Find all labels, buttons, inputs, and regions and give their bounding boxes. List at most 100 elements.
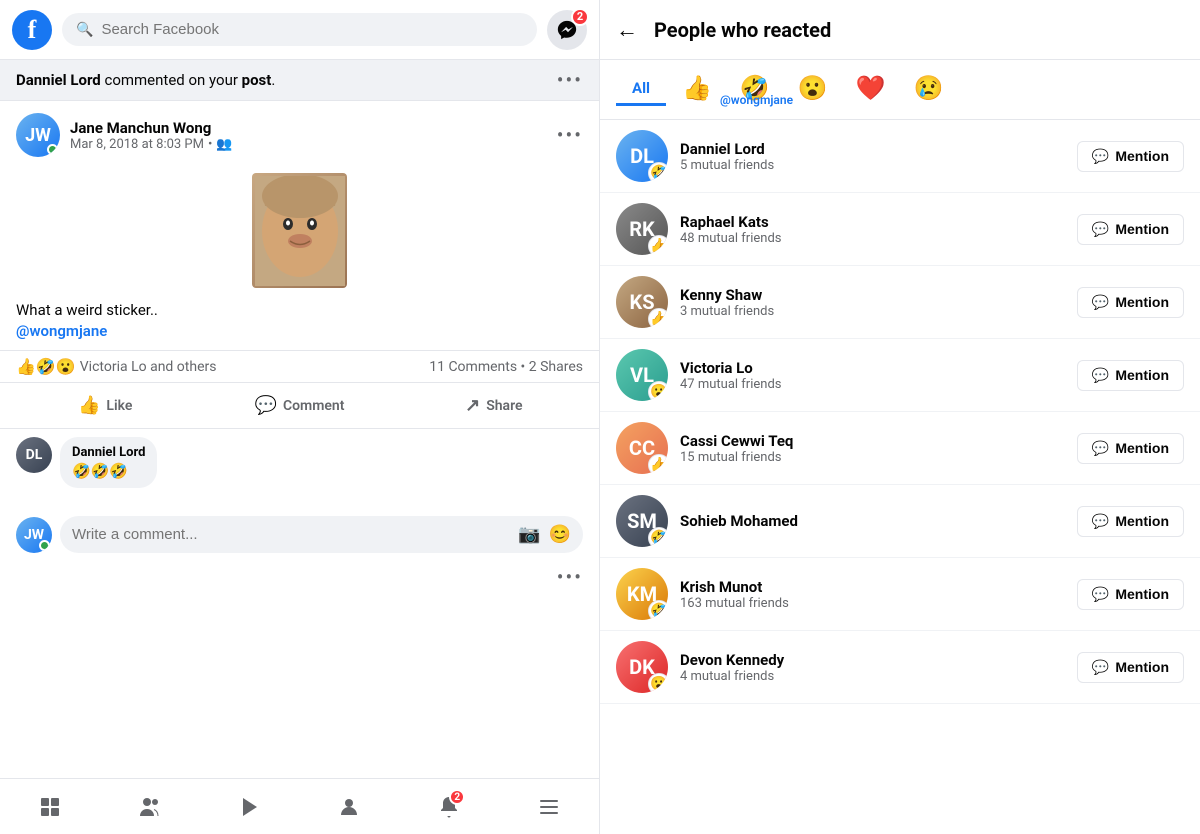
comment-small-icon: 💬 [1092, 440, 1109, 457]
notification-more-button[interactable]: ••• [557, 68, 583, 92]
person-name: Danniel Lord [680, 140, 1065, 158]
friends-icon [138, 795, 162, 819]
post-time: Mar 8, 2018 at 8:03 PM • 👥 [70, 137, 547, 152]
messenger-button[interactable]: 2 [547, 10, 587, 50]
comment-small-icon: 💬 [1092, 586, 1109, 603]
emoji-icon[interactable]: 😊 [549, 524, 571, 545]
left-panel: f 🔍 2 Danniel Lord commented on your pos… [0, 0, 600, 834]
person-info: Krish Munot 163 mutual friends [680, 578, 1065, 611]
comment-small-icon: 💬 [1092, 221, 1109, 238]
person-name: Raphael Kats [680, 213, 1065, 231]
comment-small-icon: 💬 [1092, 513, 1109, 530]
person-mutual: 15 mutual friends [680, 450, 1065, 465]
more-options-button[interactable]: ••• [557, 565, 583, 589]
mention-button[interactable]: 💬 Mention [1077, 360, 1184, 391]
person-item: DK 😮 Devon Kennedy 4 mutual friends 💬 Me… [600, 631, 1200, 704]
mention-button[interactable]: 💬 Mention [1077, 652, 1184, 683]
post-sticker-image [252, 173, 347, 288]
person-mutual: 163 mutual friends [680, 596, 1065, 611]
person-name: Cassi Cewwi Teq [680, 432, 1065, 450]
person-info: Devon Kennedy 4 mutual friends [680, 651, 1065, 684]
messenger-badge: 2 [571, 8, 589, 26]
online-indicator [39, 540, 50, 551]
mention-button[interactable]: 💬 Mention [1077, 141, 1184, 172]
person-avatar: KM 🤣 [616, 568, 668, 620]
person-avatar: KS 👍 [616, 276, 668, 328]
comment-input[interactable] [72, 526, 510, 543]
back-button[interactable]: ← [616, 17, 638, 43]
person-avatar: CC 👍 [616, 422, 668, 474]
person-avatar: RK 👍 [616, 203, 668, 255]
person-mutual: 5 mutual friends [680, 158, 1065, 173]
reaction-badge: 👍 [648, 454, 668, 474]
like-icon: 👍 [78, 395, 100, 416]
online-indicator [47, 144, 58, 155]
nav-watch[interactable] [200, 787, 300, 826]
right-panel-title: People who reacted [654, 18, 831, 42]
post-container: JW Jane Manchun Wong Mar 8, 2018 at 8:03… [0, 101, 599, 778]
person-item: DL 🤣 Danniel Lord 5 mutual friends 💬 Men… [600, 120, 1200, 193]
person-avatar: DL 🤣 [616, 130, 668, 182]
notification-text: Danniel Lord commented on your post. [16, 71, 275, 89]
person-info: Raphael Kats 48 mutual friends [680, 213, 1065, 246]
person-info: Danniel Lord 5 mutual friends [680, 140, 1065, 173]
right-panel: ← People who reacted All 👍 🤣 😮 ❤️ 😢 @won… [600, 0, 1200, 834]
post-author-name: Jane Manchun Wong [70, 119, 547, 137]
person-mutual: 47 mutual friends [680, 377, 1065, 392]
notification-bar: Danniel Lord commented on your post. ••• [0, 60, 599, 101]
post-meta: Jane Manchun Wong Mar 8, 2018 at 8:03 PM… [70, 119, 547, 152]
nav-menu[interactable] [499, 787, 599, 826]
post-text: What a weird sticker.. @wongmjane [0, 296, 599, 350]
right-header: ← People who reacted [600, 0, 1200, 60]
share-button[interactable]: ↗ Share [397, 387, 591, 424]
mention-button[interactable]: 💬 Mention [1077, 214, 1184, 245]
comment-author-name: Danniel Lord [72, 445, 145, 460]
left-header: f 🔍 2 [0, 0, 599, 60]
audience-icon: 👥 [216, 137, 232, 152]
reaction-tabs: All 👍 🤣 😮 ❤️ 😢 @wongmjane [600, 60, 1200, 120]
menu-icon [537, 795, 561, 819]
reaction-badge: 🤣 [648, 162, 668, 182]
mention-button[interactable]: 💬 Mention [1077, 506, 1184, 537]
mention-button[interactable]: 💬 Mention [1077, 433, 1184, 464]
reactions-left: 👍 🤣 😮 Victoria Lo and others [16, 357, 216, 376]
search-input[interactable] [101, 21, 523, 38]
reaction-badge: 😮 [648, 381, 668, 401]
nav-friends[interactable] [100, 787, 200, 826]
mention-button[interactable]: 💬 Mention [1077, 287, 1184, 318]
post-author-avatar: JW [16, 113, 60, 157]
post-options-button[interactable]: ••• [557, 123, 583, 147]
person-info: Victoria Lo 47 mutual friends [680, 359, 1065, 392]
comment-icon: 💬 [255, 395, 277, 416]
comment-input-row: JW 📷 😊 [0, 508, 599, 561]
current-user-avatar: JW [16, 517, 52, 553]
person-mutual: 48 mutual friends [680, 231, 1065, 246]
comment-small-icon: 💬 [1092, 294, 1109, 311]
share-icon: ↗ [465, 395, 480, 416]
person-name: Devon Kennedy [680, 651, 1065, 669]
nav-profile[interactable] [299, 787, 399, 826]
people-list: DL 🤣 Danniel Lord 5 mutual friends 💬 Men… [600, 120, 1200, 834]
person-item: KS 👍 Kenny Shaw 3 mutual friends 💬 Menti… [600, 266, 1200, 339]
comment-button[interactable]: 💬 Comment [202, 387, 396, 424]
tab-all[interactable]: All [616, 73, 666, 106]
mention-tag-tab[interactable]: @wongmjane [720, 93, 793, 107]
nav-home[interactable] [0, 787, 100, 826]
nav-notifications[interactable]: 2 [399, 787, 499, 826]
reaction-badge: 🤣 [648, 527, 668, 547]
search-icon: 🔍 [76, 22, 93, 38]
person-item: CC 👍 Cassi Cewwi Teq 15 mutual friends 💬… [600, 412, 1200, 485]
tab-wow[interactable]: 😮 [786, 68, 840, 111]
mention-button[interactable]: 💬 Mention [1077, 579, 1184, 610]
camera-icon[interactable]: 📷 [518, 524, 540, 545]
post-image [0, 165, 599, 296]
tab-sad[interactable]: 😢 [902, 68, 956, 111]
comment-small-icon: 💬 [1092, 659, 1109, 676]
comment-input-wrap[interactable]: 📷 😊 [60, 516, 583, 553]
tab-like[interactable]: 👍 [670, 68, 724, 111]
person-item: VL 😮 Victoria Lo 47 mutual friends 💬 Men… [600, 339, 1200, 412]
tab-love[interactable]: ❤️ [844, 68, 898, 111]
like-button[interactable]: 👍 Like [8, 387, 202, 424]
comment-small-icon: 💬 [1092, 367, 1109, 384]
search-bar[interactable]: 🔍 [62, 13, 537, 46]
